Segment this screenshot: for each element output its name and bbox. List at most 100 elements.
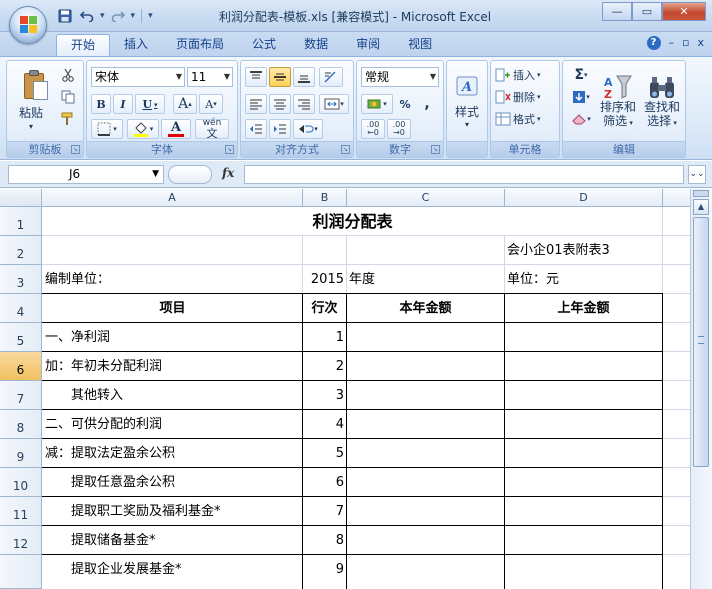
- item-label[interactable]: 加：年初未分配利润: [43, 352, 302, 381]
- report-title[interactable]: 利润分配表: [43, 207, 662, 236]
- currency-cell[interactable]: 单位：元: [505, 265, 662, 294]
- item-label[interactable]: 提取职工奖励及福利基金*: [43, 497, 302, 526]
- maximize-button[interactable]: ▭: [632, 2, 662, 21]
- redo-dropdown-icon[interactable]: ▾: [131, 11, 136, 21]
- row-header-7[interactable]: 7: [0, 381, 42, 410]
- row-header-11[interactable]: 11: [0, 497, 42, 526]
- increase-decimal-button[interactable]: .00 ←0: [361, 119, 385, 139]
- cut-button[interactable]: [57, 65, 79, 85]
- tab-insert[interactable]: 插入: [110, 34, 162, 56]
- decrease-decimal-button[interactable]: .00 →0: [387, 119, 411, 139]
- year-value-cell[interactable]: 2015: [303, 265, 346, 294]
- paste-button[interactable]: 粘贴 ▾: [9, 63, 51, 139]
- italic-button[interactable]: I: [113, 94, 133, 114]
- insert-cells-button[interactable]: 插入 ▾: [494, 65, 558, 85]
- item-line[interactable]: 8: [303, 526, 346, 555]
- row-header-3[interactable]: 3: [0, 265, 42, 294]
- accounting-format-button[interactable]: ▾: [361, 94, 393, 114]
- year-label-cell[interactable]: 年度: [347, 265, 504, 294]
- clipboard-launcher-icon[interactable]: ↘: [71, 145, 80, 154]
- orientation-button[interactable]: [319, 67, 343, 87]
- item-label[interactable]: 提取企业发展基金*: [43, 555, 302, 584]
- wrap-text-button[interactable]: ▾: [293, 119, 323, 139]
- row-header-9[interactable]: 9: [0, 439, 42, 468]
- font-launcher-icon[interactable]: ↘: [225, 145, 234, 154]
- item-label[interactable]: 提取任意盈余公积: [43, 468, 302, 497]
- column-header-a[interactable]: A: [42, 189, 303, 207]
- minimize-button[interactable]: —: [602, 2, 632, 21]
- workbook-close-button[interactable]: x: [697, 36, 704, 50]
- tab-formulas[interactable]: 公式: [238, 34, 290, 56]
- phonetic-button[interactable]: wén 文: [195, 119, 229, 139]
- item-line[interactable]: 2: [303, 352, 346, 381]
- item-label[interactable]: 提取储备基金*: [43, 526, 302, 555]
- merge-center-button[interactable]: ▾: [319, 94, 349, 114]
- decrease-indent-button[interactable]: [245, 119, 267, 139]
- scroll-up-icon[interactable]: ▲: [693, 199, 709, 215]
- shrink-font-button[interactable]: A ▾: [199, 94, 223, 114]
- tab-home[interactable]: 开始: [56, 34, 111, 56]
- align-left-button[interactable]: [245, 94, 267, 114]
- alignment-launcher-icon[interactable]: ↘: [341, 145, 350, 154]
- fill-color-button[interactable]: ▾: [127, 119, 159, 139]
- align-middle-button[interactable]: [269, 67, 291, 87]
- header-prior[interactable]: 上年金额: [505, 294, 662, 323]
- tab-view[interactable]: 视图: [394, 34, 446, 56]
- header-current[interactable]: 本年金额: [347, 294, 504, 323]
- font-name-combo[interactable]: 宋体 ▼: [91, 67, 185, 87]
- styles-button[interactable]: A 样式 ▾: [449, 65, 485, 139]
- form-number-cell[interactable]: 会小企01表附表3: [505, 236, 662, 265]
- worksheet-grid[interactable]: A B C D 1 2 3 4 5 6 7 8 9 10 11 12 利润分配表…: [0, 189, 690, 589]
- help-icon[interactable]: ?: [646, 36, 661, 50]
- row-header-1[interactable]: 1: [0, 207, 42, 236]
- unit-label-cell[interactable]: 编制单位：: [43, 265, 302, 294]
- item-line[interactable]: 7: [303, 497, 346, 526]
- close-button[interactable]: ✕: [662, 2, 706, 21]
- item-label[interactable]: 其他转入: [43, 381, 302, 410]
- row-header-5[interactable]: 5: [0, 323, 42, 352]
- column-header-c[interactable]: C: [347, 189, 505, 207]
- row-header-6[interactable]: 6: [0, 352, 42, 381]
- column-header-b[interactable]: B: [303, 189, 347, 207]
- split-box-handle[interactable]: [693, 190, 709, 197]
- font-size-combo[interactable]: 11 ▼: [187, 67, 233, 87]
- expand-formula-bar-icon[interactable]: ⌄⌄: [688, 165, 706, 184]
- number-format-combo[interactable]: 常规 ▼: [361, 67, 439, 87]
- row-header-2[interactable]: 2: [0, 236, 42, 265]
- row-header-4[interactable]: 4: [0, 294, 42, 323]
- percent-button[interactable]: %: [395, 94, 415, 114]
- align-center-button[interactable]: [269, 94, 291, 114]
- scrollbar-thumb[interactable]: [693, 217, 709, 467]
- office-button[interactable]: [9, 6, 47, 44]
- comma-button[interactable]: ,: [417, 94, 437, 114]
- tab-page-layout[interactable]: 页面布局: [162, 34, 238, 56]
- header-item[interactable]: 项目: [43, 294, 302, 323]
- increase-indent-button[interactable]: [269, 119, 291, 139]
- font-color-button[interactable]: A: [161, 119, 191, 139]
- item-line[interactable]: 5: [303, 439, 346, 468]
- item-line[interactable]: 3: [303, 381, 346, 410]
- vertical-scrollbar[interactable]: ▲: [690, 189, 712, 589]
- align-bottom-button[interactable]: [293, 67, 315, 87]
- row-header-10[interactable]: 10: [0, 468, 42, 497]
- undo-dropdown-icon[interactable]: ▾: [100, 11, 105, 21]
- bold-button[interactable]: B: [91, 94, 111, 114]
- align-top-button[interactable]: [245, 67, 267, 87]
- row-header-13[interactable]: [0, 555, 42, 589]
- format-cells-button[interactable]: 格式 ▾: [494, 109, 558, 129]
- underline-button[interactable]: U ▾: [135, 94, 165, 114]
- tab-review[interactable]: 审阅: [342, 34, 394, 56]
- save-icon[interactable]: [56, 7, 74, 25]
- item-line[interactable]: 6: [303, 468, 346, 497]
- item-line[interactable]: 1: [303, 323, 346, 352]
- select-all-corner[interactable]: [0, 189, 42, 207]
- item-label[interactable]: 一、净利润: [43, 323, 302, 352]
- row-header-8[interactable]: 8: [0, 410, 42, 439]
- autosum-button[interactable]: Σ ▾: [566, 65, 596, 85]
- item-line[interactable]: 9: [303, 555, 346, 584]
- grow-font-button[interactable]: A ▴: [173, 94, 197, 114]
- formula-input[interactable]: [244, 165, 684, 184]
- item-label[interactable]: 二、可供分配的利润: [43, 410, 302, 439]
- number-launcher-icon[interactable]: ↘: [431, 145, 440, 154]
- workbook-minimize-button[interactable]: –: [669, 36, 675, 50]
